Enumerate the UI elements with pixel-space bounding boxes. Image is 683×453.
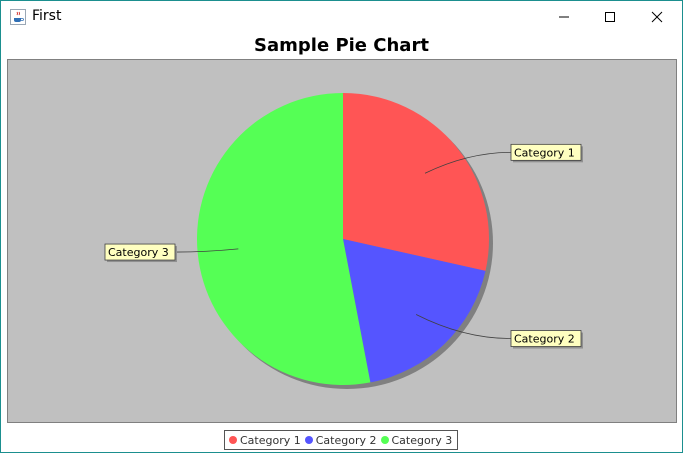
legend-swatch-2: [304, 436, 313, 444]
legend-item-3: Category 3: [380, 433, 453, 447]
minimize-button[interactable]: [541, 1, 587, 33]
app-window: First Sample Pie Chart Category 1 Categor…: [0, 0, 683, 453]
chart-legend: Category 1 Category 2 Category 3: [224, 430, 458, 450]
slice-label-2: Category 2: [514, 333, 575, 346]
slice-label-1: Category 1: [514, 146, 575, 159]
pie-plot-area: Category 1 Category 2 Category 3: [7, 59, 677, 423]
title-bar[interactable]: First: [1, 1, 682, 33]
legend-item-2: Category 2: [304, 433, 377, 447]
legend-label-1: Category 1: [240, 433, 301, 447]
maximize-icon: [604, 8, 616, 27]
java-cup-icon: [10, 9, 26, 25]
legend-item-1: Category 1: [229, 434, 301, 447]
legend-swatch-3: [380, 436, 389, 444]
maximize-button[interactable]: [587, 1, 633, 33]
window-title: First: [32, 8, 62, 24]
legend-swatch-1: [229, 436, 237, 444]
close-icon: [651, 8, 663, 27]
close-button[interactable]: [634, 1, 680, 33]
legend-label-2: Category 2: [315, 433, 377, 447]
minimize-icon: [558, 8, 570, 27]
legend-label-3: Category 3: [391, 433, 453, 447]
chart-title: Sample Pie Chart: [254, 35, 429, 56]
slice-label-3: Category 3: [108, 246, 169, 259]
pie-chart: Category 1 Category 2 Category 3: [104, 93, 583, 389]
